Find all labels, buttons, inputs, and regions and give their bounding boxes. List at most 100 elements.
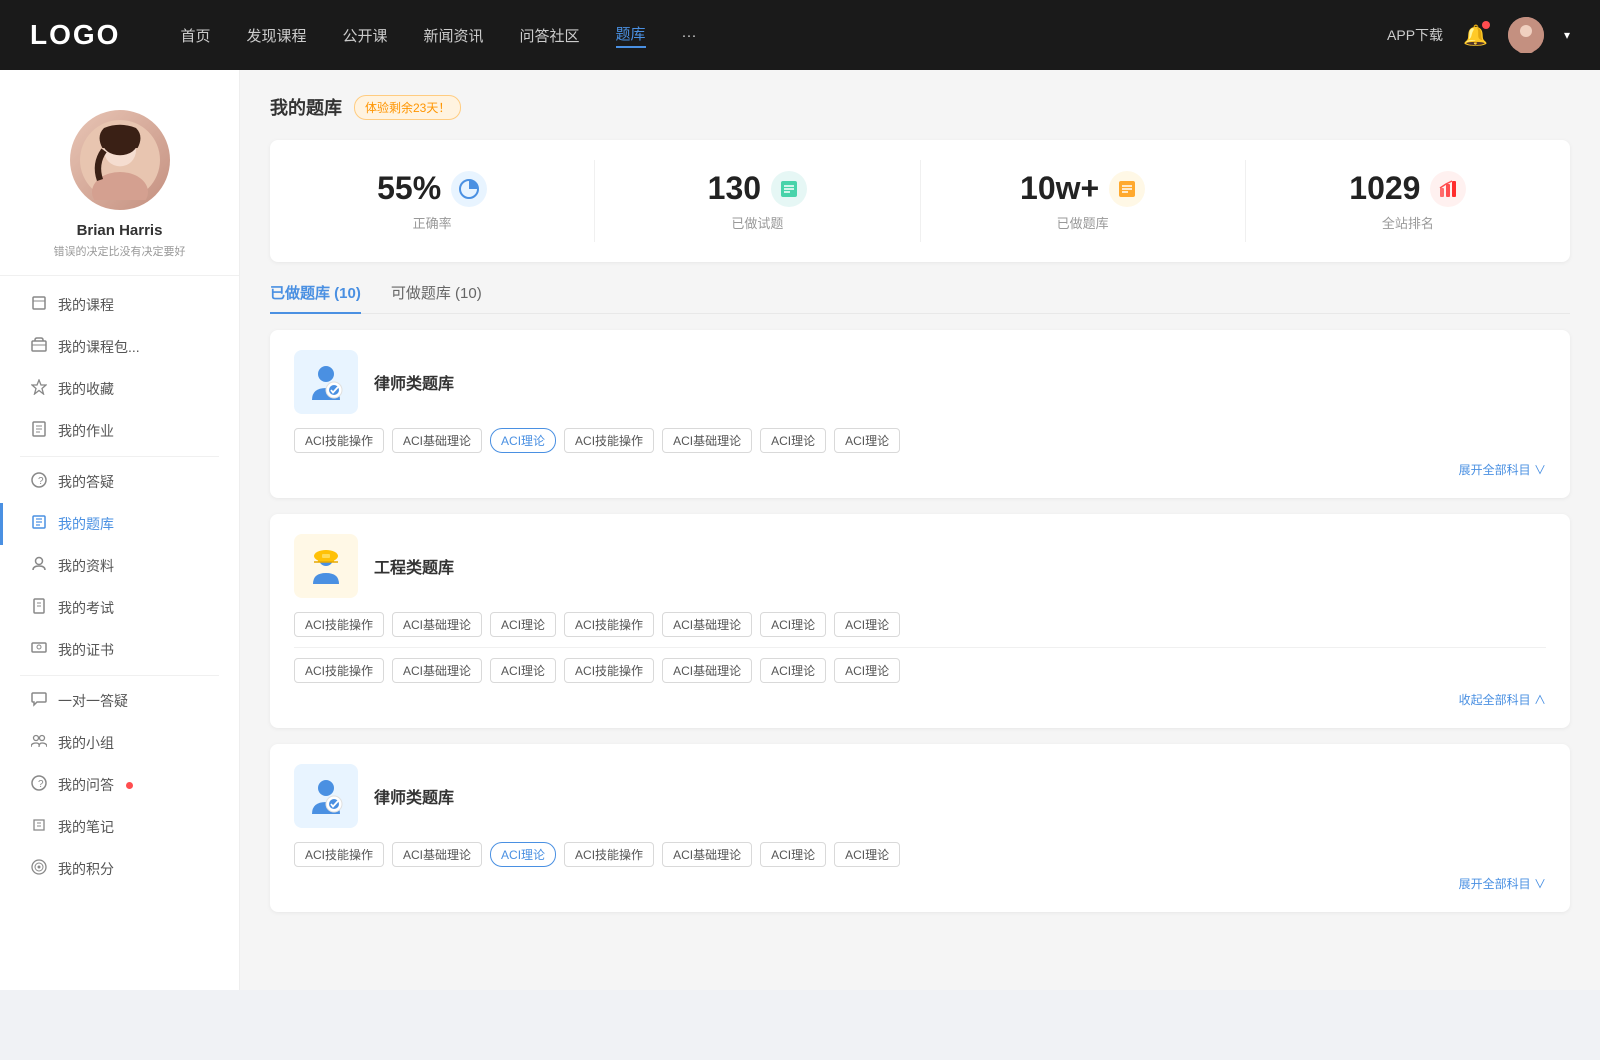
tag-e2-3[interactable]: ACI技能操作 <box>564 658 654 683</box>
page-title: 我的题库 <box>270 94 342 120</box>
tag-e1-6[interactable]: ACI理论 <box>834 612 900 637</box>
stat-done-banks-top: 10w+ <box>941 170 1225 207</box>
svg-text:?: ? <box>38 779 44 790</box>
course-package-icon <box>30 337 48 357</box>
notification-dot <box>1482 21 1490 29</box>
tag-l2-6[interactable]: ACI理论 <box>834 842 900 867</box>
user-menu-chevron[interactable]: ▾ <box>1564 28 1570 42</box>
sidebar-label-qa: 我的答疑 <box>58 472 114 492</box>
tab-done[interactable]: 已做题库 (10) <box>270 282 361 313</box>
stat-done-banks-value: 10w+ <box>1020 170 1099 207</box>
expand-link-lawyer-2[interactable]: 展开全部科目 ∨ <box>294 875 1546 892</box>
tab-available[interactable]: 可做题库 (10) <box>391 282 482 313</box>
sidebar-label-course-package: 我的课程包... <box>58 337 140 357</box>
tag-e1-3[interactable]: ACI技能操作 <box>564 612 654 637</box>
my-qa-icon: ? <box>30 775 48 795</box>
nav-home[interactable]: 首页 <box>180 25 210 46</box>
stat-accuracy-label: 正确率 <box>290 213 574 232</box>
sidebar-item-course-package[interactable]: 我的课程包... <box>0 326 239 368</box>
tag-l1-0[interactable]: ACI技能操作 <box>294 428 384 453</box>
tag-l1-1[interactable]: ACI基础理论 <box>392 428 482 453</box>
profile-section: Brian Harris 错误的决定比没有决定要好 <box>0 90 239 276</box>
sidebar-item-exam[interactable]: 我的考试 <box>0 587 239 629</box>
sidebar-item-certificate[interactable]: 我的证书 <box>0 629 239 671</box>
tag-e2-0[interactable]: ACI技能操作 <box>294 658 384 683</box>
tag-e2-1[interactable]: ACI基础理论 <box>392 658 482 683</box>
qa-badge <box>126 782 133 789</box>
star-icon <box>30 379 48 399</box>
sidebar-menu: 我的课程 我的课程包... 我的收藏 我的作业 <box>0 276 239 898</box>
homework-icon <box>30 421 48 441</box>
sidebar-label-notes: 我的笔记 <box>58 817 114 837</box>
tags-engineer-row2: ACI技能操作 ACI基础理论 ACI理论 ACI技能操作 ACI基础理论 AC… <box>294 658 1546 683</box>
tag-e2-2[interactable]: ACI理论 <box>490 658 556 683</box>
divider-1 <box>20 456 219 457</box>
qbank-header-engineer: 工程类题库 <box>294 534 1546 598</box>
tag-l1-4[interactable]: ACI基础理论 <box>662 428 752 453</box>
tag-e1-1[interactable]: ACI基础理论 <box>392 612 482 637</box>
stat-accuracy-value: 55% <box>377 170 441 207</box>
user-avatar-nav[interactable] <box>1508 17 1544 53</box>
collapse-link-engineer[interactable]: 收起全部科目 ∧ <box>294 691 1546 708</box>
stat-done-banks: 10w+ 已做题库 <box>921 160 1246 242</box>
tags-lawyer-1: ACI技能操作 ACI基础理论 ACI理论 ACI技能操作 ACI基础理论 AC… <box>294 428 1546 453</box>
sidebar-item-profile[interactable]: 我的资料 <box>0 545 239 587</box>
tag-l2-0[interactable]: ACI技能操作 <box>294 842 384 867</box>
sidebar-item-qbank[interactable]: 我的题库 <box>0 503 239 545</box>
tag-l1-3[interactable]: ACI技能操作 <box>564 428 654 453</box>
nav-qa[interactable]: 问答社区 <box>520 25 580 46</box>
done-questions-icon <box>771 171 807 207</box>
stat-rank-label: 全站排名 <box>1266 213 1550 232</box>
sidebar-item-group[interactable]: 我的小组 <box>0 722 239 764</box>
qbank-divider <box>294 647 1546 648</box>
expand-link-lawyer-1[interactable]: 展开全部科目 ∨ <box>294 461 1546 478</box>
app-download-btn[interactable]: APP下载 <box>1387 25 1443 45</box>
nav-qbank[interactable]: 题库 <box>616 23 646 48</box>
sidebar-label-qbank: 我的题库 <box>58 514 114 534</box>
tag-e1-0[interactable]: ACI技能操作 <box>294 612 384 637</box>
course-icon <box>30 295 48 315</box>
logo[interactable]: LOGO <box>30 19 120 51</box>
tag-l2-5[interactable]: ACI理论 <box>760 842 826 867</box>
tag-l1-2[interactable]: ACI理论 <box>490 428 556 453</box>
sidebar-item-points[interactable]: 我的积分 <box>0 848 239 890</box>
svg-text:?: ? <box>38 476 44 487</box>
sidebar-item-my-qa[interactable]: ? 我的问答 <box>0 764 239 806</box>
sidebar-item-notes[interactable]: 我的笔记 <box>0 806 239 848</box>
sidebar-item-course[interactable]: 我的课程 <box>0 284 239 326</box>
nav-discover[interactable]: 发现课程 <box>246 25 306 46</box>
sidebar-item-qa[interactable]: ? 我的答疑 <box>0 461 239 503</box>
tag-l1-6[interactable]: ACI理论 <box>834 428 900 453</box>
tag-l2-3[interactable]: ACI技能操作 <box>564 842 654 867</box>
sidebar-label-my-qa: 我的问答 <box>58 775 114 795</box>
qbank-title-engineer: 工程类题库 <box>374 554 454 578</box>
tag-e1-2[interactable]: ACI理论 <box>490 612 556 637</box>
chat-icon <box>30 691 48 711</box>
qbank-card-lawyer-1: 律师类题库 ACI技能操作 ACI基础理论 ACI理论 ACI技能操作 ACI基… <box>270 330 1570 498</box>
tag-l2-4[interactable]: ACI基础理论 <box>662 842 752 867</box>
qbank-header-lawyer-2: 律师类题库 <box>294 764 1546 828</box>
tag-l2-2[interactable]: ACI理论 <box>490 842 556 867</box>
sidebar-label-group: 我的小组 <box>58 733 114 753</box>
sidebar-item-one-on-one[interactable]: 一对一答疑 <box>0 680 239 722</box>
nav-news[interactable]: 新闻资讯 <box>424 25 484 46</box>
tag-e1-5[interactable]: ACI理论 <box>760 612 826 637</box>
sidebar-label-homework: 我的作业 <box>58 421 114 441</box>
nav-more[interactable]: ··· <box>682 27 697 44</box>
group-icon <box>30 733 48 753</box>
stat-done-questions: 130 已做试题 <box>595 160 920 242</box>
tag-l1-5[interactable]: ACI理论 <box>760 428 826 453</box>
tag-e1-4[interactable]: ACI基础理论 <box>662 612 752 637</box>
nav-open-course[interactable]: 公开课 <box>342 25 387 46</box>
tag-l2-1[interactable]: ACI基础理论 <box>392 842 482 867</box>
notification-button[interactable]: 🔔 <box>1463 23 1488 48</box>
sidebar-label-certificate: 我的证书 <box>58 640 114 660</box>
qbank-card-engineer: 工程类题库 ACI技能操作 ACI基础理论 ACI理论 ACI技能操作 ACI基… <box>270 514 1570 728</box>
stat-rank-top: 1029 <box>1266 170 1550 207</box>
sidebar-item-favorites[interactable]: 我的收藏 <box>0 368 239 410</box>
tag-e2-6[interactable]: ACI理论 <box>834 658 900 683</box>
sidebar-item-homework[interactable]: 我的作业 <box>0 410 239 452</box>
main-layout: Brian Harris 错误的决定比没有决定要好 我的课程 我的课程包... <box>0 70 1600 990</box>
tag-e2-4[interactable]: ACI基础理论 <box>662 658 752 683</box>
tag-e2-5[interactable]: ACI理论 <box>760 658 826 683</box>
